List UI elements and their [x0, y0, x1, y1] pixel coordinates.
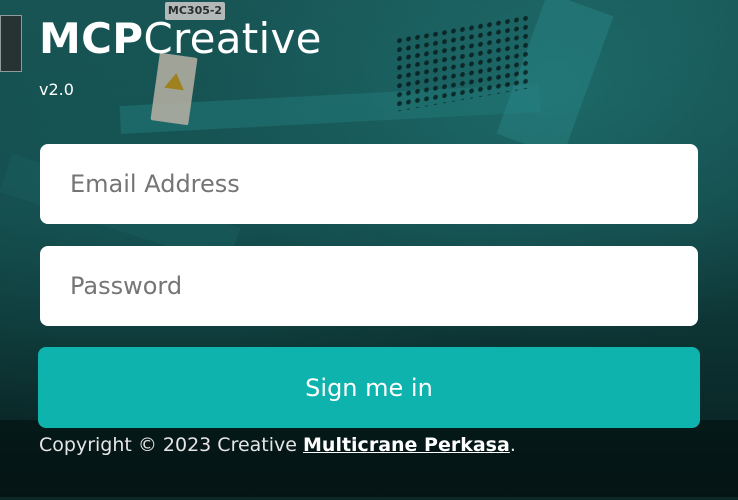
login-screen: MCPCreative v2.0 Sign me in Copyright © … [0, 0, 738, 497]
copyright-prefix: Copyright © 2023 Creative [39, 434, 304, 456]
email-field[interactable] [40, 144, 698, 224]
copyright-text: Copyright © 2023 Creative Multicrane Per… [39, 432, 516, 458]
copyright-suffix: . [509, 434, 516, 456]
password-field[interactable] [40, 246, 698, 326]
sign-in-button[interactable]: Sign me in [38, 347, 700, 428]
brand-bold-text: MCP [39, 14, 144, 63]
app-logo: MCPCreative [39, 12, 322, 66]
company-link[interactable]: Multicrane Perkasa [303, 434, 510, 456]
brand-light-text: Creative [143, 14, 322, 63]
app-version: v2.0 [39, 80, 74, 99]
